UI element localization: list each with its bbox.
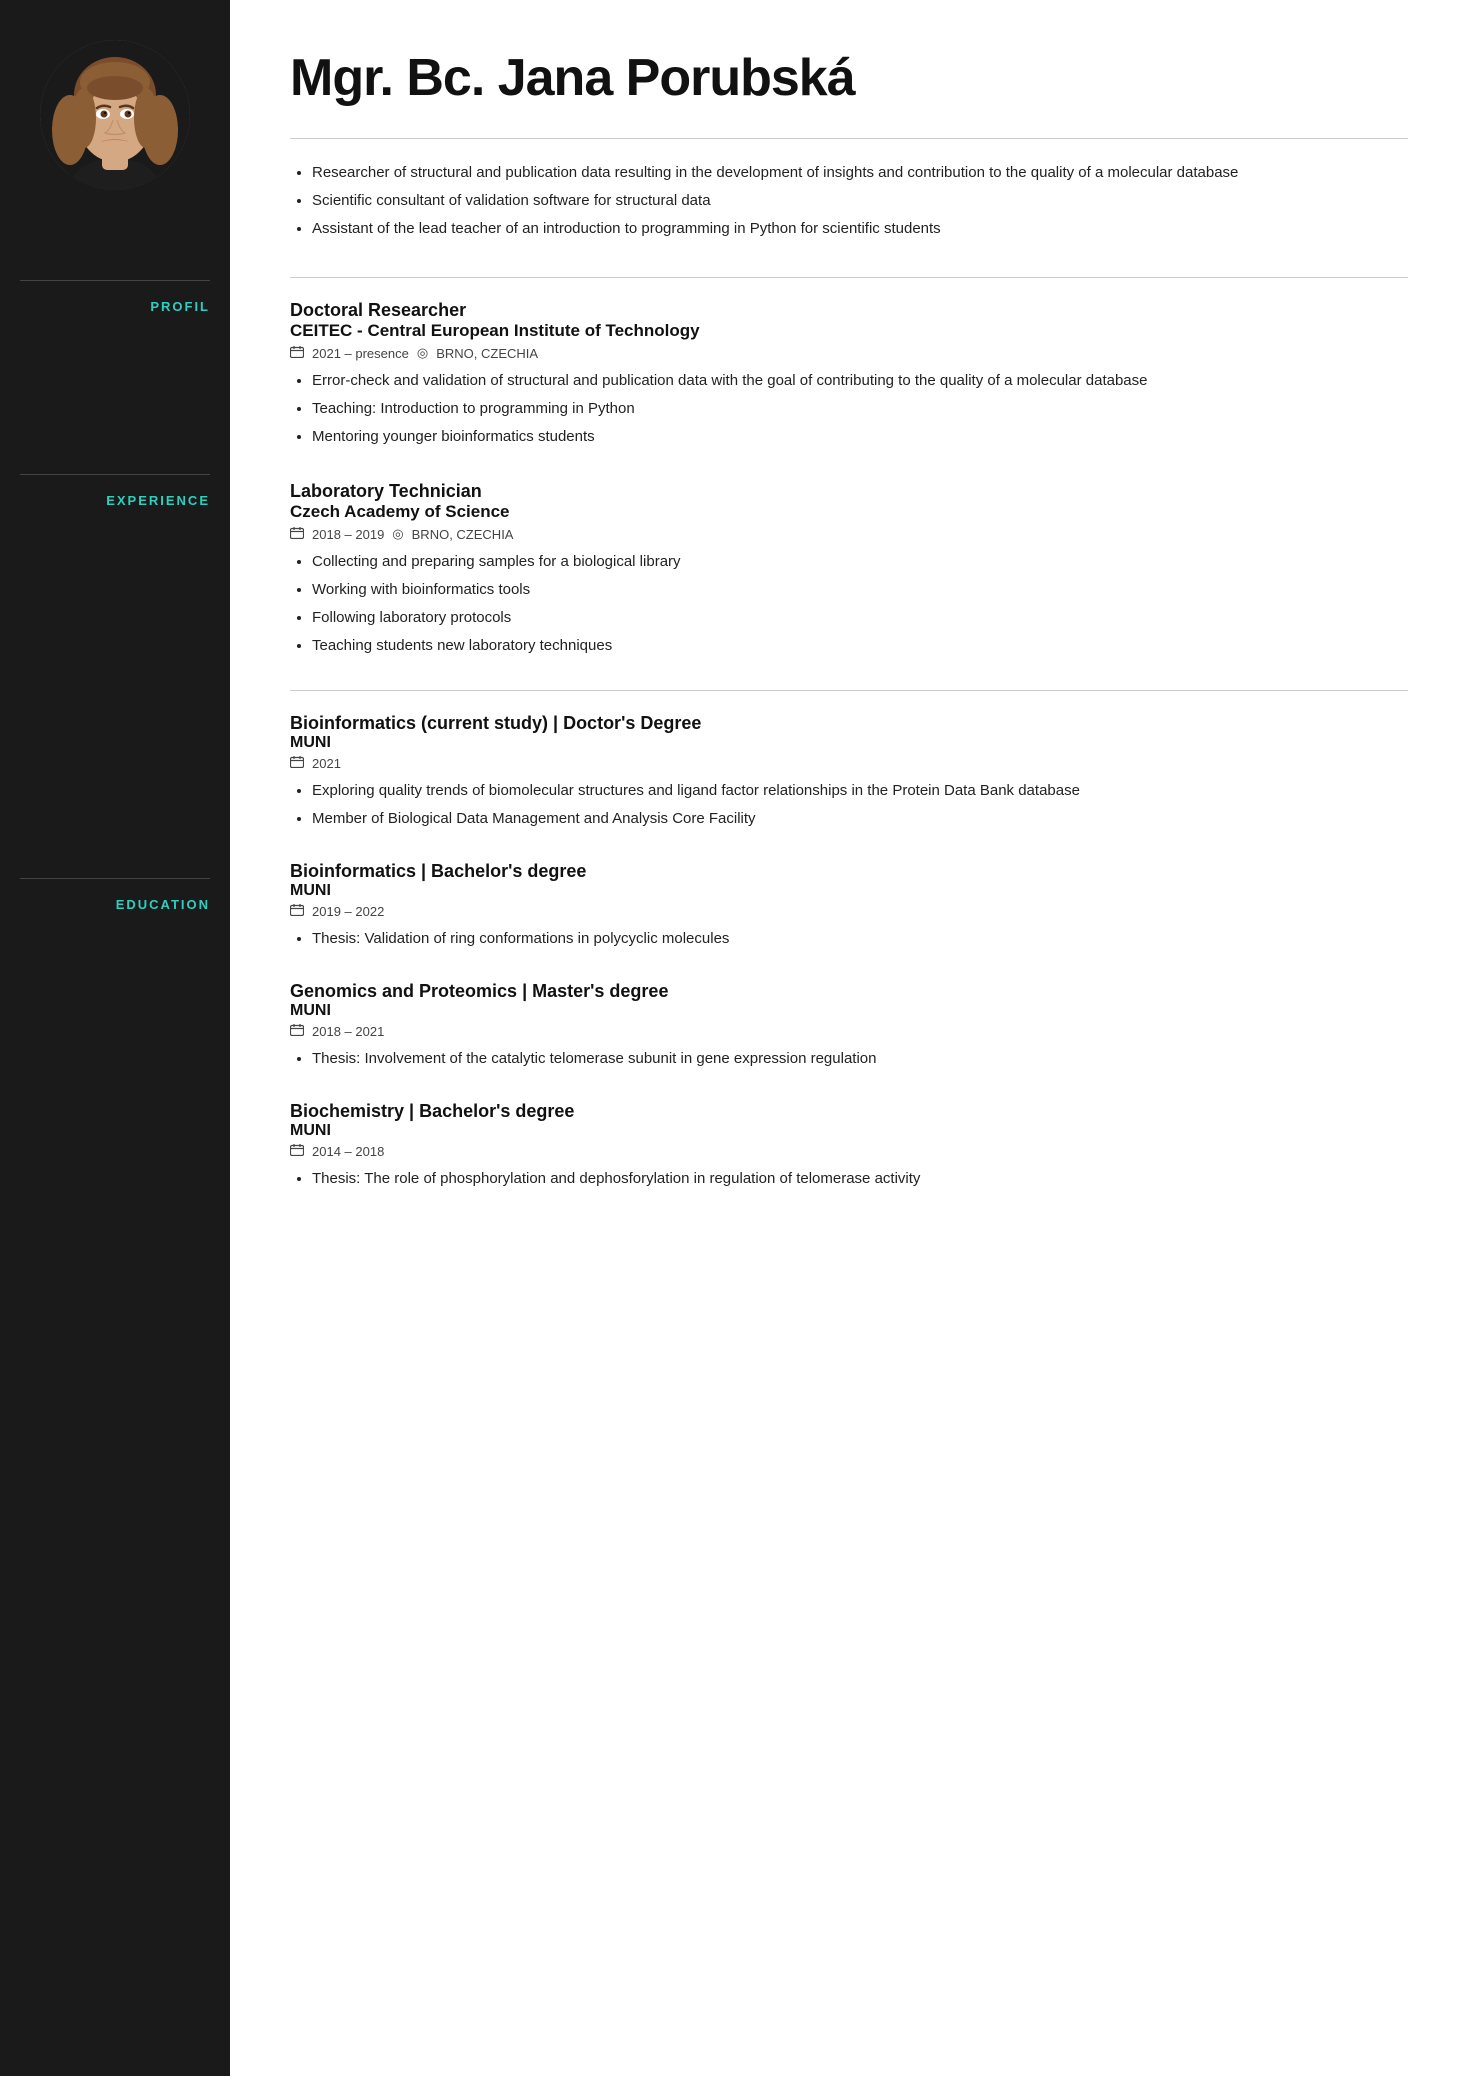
sidebar-divider-education (20, 878, 210, 879)
edu4-school: MUNI (290, 1122, 1408, 1140)
sidebar: PROFIL EXPERIENCE EDUCATION (0, 0, 230, 2076)
pin-icon-exp2: ◎ (392, 526, 403, 542)
sidebar-divider-experience (20, 474, 210, 475)
avatar (40, 40, 190, 190)
sidebar-label-education: EDUCATION (20, 897, 210, 912)
edu4-years: 2014 – 2018 (312, 1144, 384, 1159)
calendar-icon-exp2 (290, 527, 304, 542)
pin-icon-exp1: ◎ (417, 345, 428, 361)
edu3-meta: 2018 – 2021 (290, 1024, 1408, 1039)
experience-divider (290, 277, 1408, 278)
exp2-bullet-2: Working with bioinformatics tools (312, 578, 1408, 602)
calendar-icon-exp1 (290, 346, 304, 361)
edu1-bullet-2: Member of Biological Data Management and… (312, 807, 1408, 831)
edu-entry-1: Bioinformatics (current study) | Doctor'… (290, 713, 1408, 831)
profile-item-1: Researcher of structural and publication… (312, 161, 1408, 185)
edu2-years: 2019 – 2022 (312, 904, 384, 919)
edu1-school: MUNI (290, 734, 1408, 752)
edu3-school: MUNI (290, 1002, 1408, 1020)
calendar-icon-edu3 (290, 1024, 304, 1039)
exp2-bullets: Collecting and preparing samples for a b… (290, 550, 1408, 658)
exp1-org: CEITEC - Central European Institute of T… (290, 321, 1408, 341)
calendar-icon-edu1 (290, 756, 304, 771)
exp1-bullet-3: Mentoring younger bioinformatics student… (312, 425, 1408, 449)
experience-entry-1: Doctoral Researcher CEITEC - Central Eur… (290, 300, 1408, 449)
sidebar-label-profil: PROFIL (20, 299, 210, 314)
profile-section: Researcher of structural and publication… (290, 161, 1408, 241)
exp1-bullet-1: Error-check and validation of structural… (312, 369, 1408, 393)
edu-entry-3: Genomics and Proteomics | Master's degre… (290, 981, 1408, 1071)
edu-entry-2: Bioinformatics | Bachelor's degree MUNI … (290, 861, 1408, 951)
calendar-icon-edu2 (290, 904, 304, 919)
calendar-icon-edu4 (290, 1144, 304, 1159)
edu1-meta: 2021 (290, 756, 1408, 771)
edu1-bullets: Exploring quality trends of biomolecular… (290, 779, 1408, 831)
profile-item-3: Assistant of the lead teacher of an intr… (312, 217, 1408, 241)
edu4-bullet-1: Thesis: The role of phosphorylation and … (312, 1167, 1408, 1191)
exp1-bullets: Error-check and validation of structural… (290, 369, 1408, 449)
edu2-bullet-1: Thesis: Validation of ring conformations… (312, 927, 1408, 951)
exp2-bullet-3: Following laboratory protocols (312, 606, 1408, 630)
edu3-title: Genomics and Proteomics | Master's degre… (290, 981, 1408, 1002)
edu3-bullets: Thesis: Involvement of the catalytic tel… (290, 1047, 1408, 1071)
exp1-title: Doctoral Researcher (290, 300, 1408, 321)
exp2-org: Czech Academy of Science (290, 502, 1408, 522)
person-name: Mgr. Bc. Jana Porubská (290, 48, 1408, 108)
edu2-meta: 2019 – 2022 (290, 904, 1408, 919)
sidebar-divider-profil (20, 280, 210, 281)
edu4-title: Biochemistry | Bachelor's degree (290, 1101, 1408, 1122)
edu2-bullets: Thesis: Validation of ring conformations… (290, 927, 1408, 951)
exp2-meta: 2018 – 2019 ◎ BRNO, CZECHIA (290, 526, 1408, 542)
exp2-bullet-1: Collecting and preparing samples for a b… (312, 550, 1408, 574)
edu4-meta: 2014 – 2018 (290, 1144, 1408, 1159)
exp1-bullet-2: Teaching: Introduction to programming in… (312, 397, 1408, 421)
exp2-title: Laboratory Technician (290, 481, 1408, 502)
experience-entry-2: Laboratory Technician Czech Academy of S… (290, 481, 1408, 658)
edu-entry-4: Biochemistry | Bachelor's degree MUNI 20… (290, 1101, 1408, 1191)
exp2-location: BRNO, CZECHIA (412, 527, 514, 542)
edu2-school: MUNI (290, 882, 1408, 900)
exp1-years: 2021 – presence (312, 346, 409, 361)
edu1-bullet-1: Exploring quality trends of biomolecular… (312, 779, 1408, 803)
exp2-bullet-4: Teaching students new laboratory techniq… (312, 634, 1408, 658)
sidebar-sections: PROFIL EXPERIENCE EDUCATION (20, 250, 210, 912)
exp1-location: BRNO, CZECHIA (436, 346, 538, 361)
edu3-bullet-1: Thesis: Involvement of the catalytic tel… (312, 1047, 1408, 1071)
edu2-title: Bioinformatics | Bachelor's degree (290, 861, 1408, 882)
education-divider (290, 690, 1408, 691)
sidebar-label-experience: EXPERIENCE (20, 493, 210, 508)
exp1-meta: 2021 – presence ◎ BRNO, CZECHIA (290, 345, 1408, 361)
edu4-bullets: Thesis: The role of phosphorylation and … (290, 1167, 1408, 1191)
main-content: Mgr. Bc. Jana Porubská Researcher of str… (230, 0, 1468, 2076)
profile-divider (290, 138, 1408, 139)
profile-item-2: Scientific consultant of validation soft… (312, 189, 1408, 213)
exp2-years: 2018 – 2019 (312, 527, 384, 542)
edu1-years: 2021 (312, 756, 341, 771)
edu3-years: 2018 – 2021 (312, 1024, 384, 1039)
profile-list: Researcher of structural and publication… (290, 161, 1408, 241)
edu1-title: Bioinformatics (current study) | Doctor'… (290, 713, 1408, 734)
